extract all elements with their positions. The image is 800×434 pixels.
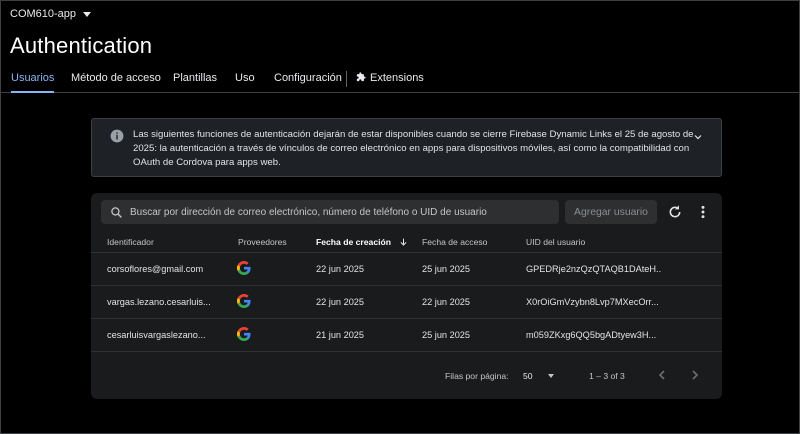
chevron-down-icon[interactable] xyxy=(692,131,704,143)
created-date: 22 jun 2025 xyxy=(316,264,365,274)
chevron-right-icon[interactable] xyxy=(687,367,703,383)
caret-down-icon xyxy=(83,12,92,17)
table-footer: Filas por página: 50 1 – 3 of 3 xyxy=(91,361,722,389)
table-header: Identificador Proveedores Fecha de creac… xyxy=(91,229,722,253)
search-icon xyxy=(111,206,122,218)
tab-sign-in-method[interactable]: Método de acceso xyxy=(71,72,161,93)
signed-in-date: 25 jun 2025 xyxy=(422,264,471,274)
created-date: 22 jun 2025 xyxy=(316,297,365,307)
project-name: COM610-app xyxy=(10,8,77,20)
caret-down-icon[interactable] xyxy=(548,374,554,378)
tab-extensions-label: Extensions xyxy=(370,72,424,84)
add-user-button[interactable]: Agregar usuario xyxy=(565,200,657,224)
refresh-icon[interactable] xyxy=(667,204,683,220)
table-row[interactable]: vargas.lezano.cesarluis... 22 jun 2025 2… xyxy=(91,286,722,319)
pagination-range: 1 – 3 of 3 xyxy=(589,371,625,381)
signed-in-date: 22 jun 2025 xyxy=(422,297,471,307)
tab-divider xyxy=(346,71,347,87)
arrow-down-icon xyxy=(400,238,407,246)
tab-settings[interactable]: Configuración xyxy=(274,72,342,93)
column-header-providers[interactable]: Proveedores xyxy=(238,237,287,247)
table-row[interactable]: corsoflores@gmail.com 22 jun 2025 25 jun… xyxy=(91,253,722,286)
signed-in-date: 25 jun 2025 xyxy=(422,330,471,340)
search-input[interactable] xyxy=(130,206,550,218)
page-title: Authentication xyxy=(10,33,153,58)
tab-templates[interactable]: Plantillas xyxy=(173,72,217,93)
project-selector[interactable]: COM610-app xyxy=(10,8,92,20)
user-identifier: corsoflores@gmail.com xyxy=(107,264,204,274)
column-header-identifier[interactable]: Identificador xyxy=(107,237,154,247)
user-uid: m059ZKxg6QQ5bgADtyew3H... xyxy=(526,330,657,340)
user-identifier: vargas.lezano.cesarluis... xyxy=(107,297,211,307)
rows-per-page-select[interactable]: 50 xyxy=(523,371,533,381)
created-date: 21 jun 2025 xyxy=(316,330,365,340)
column-header-created-label: Fecha de creación xyxy=(316,237,391,247)
search-bar[interactable] xyxy=(101,200,559,224)
user-uid: GPEDRje2nzQzQTAQB1DAteH... xyxy=(526,264,661,274)
tab-extensions[interactable]: Extensions xyxy=(356,72,424,93)
user-identifier: cesarluisvargaslezano... xyxy=(107,330,206,340)
column-header-created[interactable]: Fecha de creación xyxy=(316,237,408,247)
tab-bar: Usuarios Método de acceso Plantillas Uso… xyxy=(1,65,800,93)
column-header-signed-in[interactable]: Fecha de acceso xyxy=(422,237,487,247)
users-table-card: Agregar usuario Identificador Proveedore… xyxy=(91,193,722,399)
deprecation-banner: Las siguientes funciones de autenticació… xyxy=(91,118,722,177)
google-icon xyxy=(237,261,251,275)
chevron-left-icon[interactable] xyxy=(654,367,670,383)
google-icon xyxy=(237,294,251,308)
tab-users[interactable]: Usuarios xyxy=(11,72,55,93)
rows-per-page-label: Filas por página: xyxy=(445,371,509,381)
extensions-icon xyxy=(356,72,366,82)
user-uid: X0rOiGmVzybn8Lvp7MXecOrr... xyxy=(526,297,659,307)
tab-usage[interactable]: Uso xyxy=(235,72,255,93)
table-row[interactable]: cesarluisvargaslezano... 21 jun 2025 25 … xyxy=(91,319,722,352)
info-icon xyxy=(110,129,124,143)
more-options-icon[interactable] xyxy=(695,204,711,220)
google-icon xyxy=(237,327,251,341)
column-header-uid[interactable]: UID del usuario xyxy=(526,237,585,247)
banner-message: Las siguientes funciones de autenticació… xyxy=(133,129,694,168)
